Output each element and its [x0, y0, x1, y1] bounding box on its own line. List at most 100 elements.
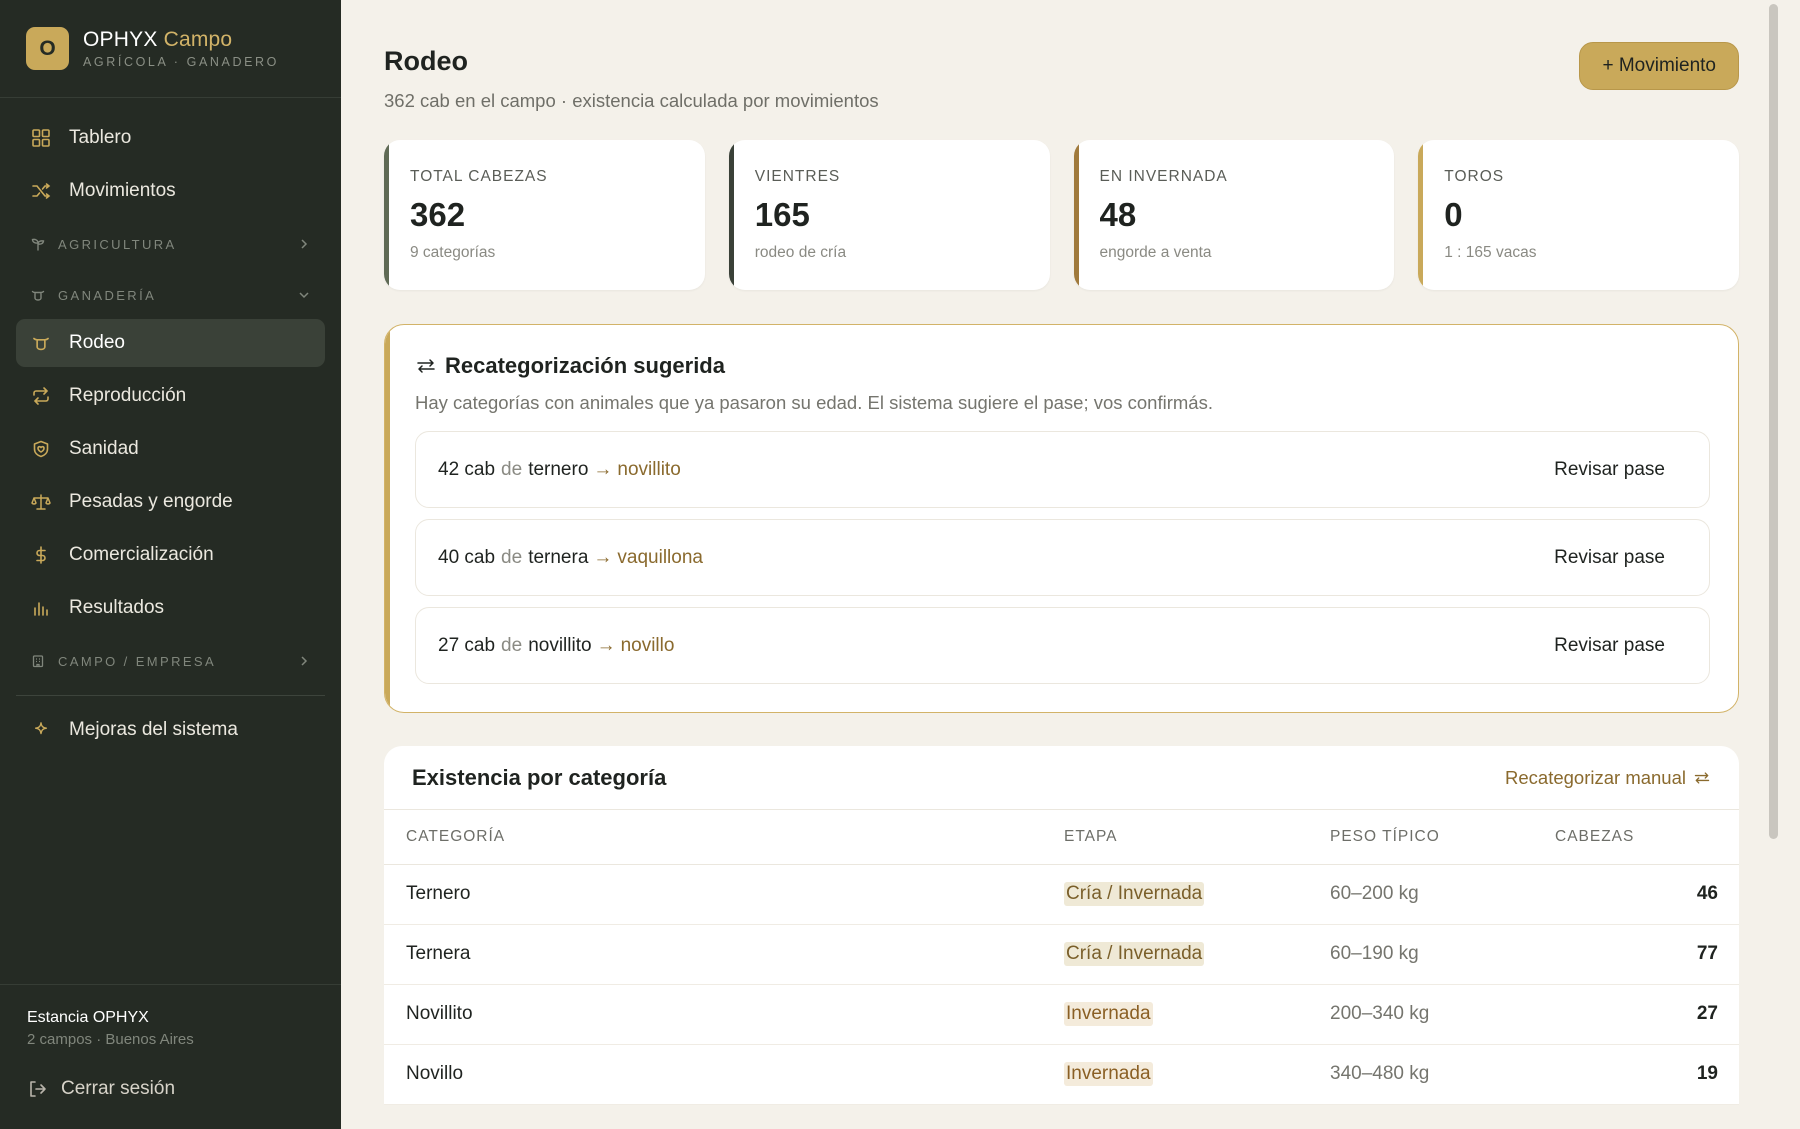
- heart-shield-icon: [30, 438, 52, 460]
- stat-label: VIENTRES: [754, 168, 841, 185]
- sidebar-item-reproduccion[interactable]: Reproducción: [16, 372, 325, 420]
- sidebar-item-sanidad[interactable]: Sanidad: [16, 425, 325, 473]
- suggestion-count: 40 cab: [438, 546, 496, 568]
- stage-badge: Cría / Invernada: [1064, 882, 1205, 906]
- logout-icon: [30, 1081, 46, 1097]
- sidebar-footer: Estancia OPHYX 2 campos · Buenos Aires C…: [0, 984, 341, 1129]
- sidebar: O OPHYX Campo AGRÍCOLA · GANADERO Tabler…: [0, 0, 341, 1129]
- suggestion-count: 27 cab: [438, 634, 496, 656]
- add-movement-button[interactable]: + Movimiento: [1579, 42, 1739, 90]
- column-header[interactable]: ETAPA: [1064, 810, 1330, 865]
- sparkle-icon: [30, 719, 52, 741]
- arrow-right-icon: →: [593, 546, 613, 568]
- sidebar-item-tablero[interactable]: Tablero: [16, 114, 325, 162]
- table-header-row: CATEGORÍA ETAPA PESO TÍPICO CABEZAS: [384, 810, 1739, 865]
- dollar-icon: [30, 544, 52, 566]
- sidebar-item-pesadas[interactable]: Pesadas y engorde: [16, 478, 325, 526]
- suggestion-to: novillo: [620, 634, 675, 656]
- section-agricultura[interactable]: AGRICULTURA: [16, 220, 325, 268]
- chevron-down-icon: [299, 292, 309, 299]
- page-title: Rodeo: [384, 46, 468, 76]
- table-row[interactable]: Ternero Cría / Invernada 60–200 kg 46: [384, 864, 1739, 925]
- section-ganaderia[interactable]: GANADERÍA: [16, 271, 325, 319]
- heads-cell: 27: [1555, 984, 1739, 1045]
- brand-subtitle: AGRÍCOLA · GANADERO: [83, 55, 279, 69]
- stock-table: CATEGORÍA ETAPA PESO TÍPICO CABEZAS Tern…: [384, 810, 1739, 1105]
- suggestion-from: ternera: [528, 546, 589, 568]
- shuffle-icon: [30, 180, 52, 202]
- sidebar-item-mejoras[interactable]: Mejoras del sistema: [16, 706, 325, 754]
- section-label: GANADERÍA: [58, 287, 157, 303]
- stat-value: 362: [410, 196, 466, 233]
- column-header[interactable]: PESO TÍPICO: [1330, 810, 1555, 865]
- section-label: AGRICULTURA: [58, 236, 177, 252]
- stat-card-vientres: VIENTRES 165 rodeo de cría: [728, 140, 1050, 290]
- category-cell: Ternera: [384, 924, 1064, 985]
- sidebar-item-label: Sanidad: [69, 438, 139, 459]
- category-cell: Novillo: [384, 1044, 1064, 1105]
- review-pass-button[interactable]: Revisar pase: [1554, 547, 1665, 569]
- recategorization-title: Recategorización sugerida: [415, 353, 1710, 379]
- swap-icon: [417, 359, 435, 373]
- logout-button[interactable]: Cerrar sesión: [27, 1078, 315, 1100]
- column-header[interactable]: CATEGORÍA: [384, 810, 1064, 865]
- recategorization-description: Hay categorías con animales que ya pasar…: [415, 392, 1213, 413]
- sidebar-item-comercializacion[interactable]: Comercialización: [16, 531, 325, 579]
- sidebar-item-rodeo[interactable]: Rodeo: [16, 319, 325, 367]
- weight-cell: 200–340 kg: [1330, 984, 1555, 1045]
- scrollbar[interactable]: [1769, 4, 1778, 839]
- stage-badge: Invernada: [1064, 1062, 1153, 1086]
- table-header-bar: Existencia por categoría Recategorizar m…: [384, 746, 1739, 810]
- suggestion-row: 42 cab de ternero → novillito Revisar pa…: [415, 431, 1710, 508]
- section-campo-empresa[interactable]: CAMPO / EMPRESA: [16, 637, 325, 685]
- building-icon: [30, 653, 46, 669]
- brand-name-accent: Campo: [163, 28, 233, 51]
- category-cell: Novillito: [384, 984, 1064, 1045]
- table-row[interactable]: Novillo Invernada 340–480 kg 19: [384, 1044, 1739, 1105]
- heads-cell: 77: [1555, 924, 1739, 985]
- stat-value: 165: [754, 196, 810, 233]
- stat-subtitle: engorde a venta: [1099, 244, 1212, 261]
- brand[interactable]: O OPHYX Campo AGRÍCOLA · GANADERO: [0, 0, 341, 98]
- chevron-right-icon: [301, 239, 308, 249]
- suggestion-count: 42 cab: [438, 458, 496, 480]
- stat-subtitle: 9 categorías: [410, 244, 496, 261]
- weight-cell: 60–200 kg: [1330, 864, 1555, 925]
- swap-icon: [1694, 771, 1710, 784]
- sidebar-item-label: Pesadas y engorde: [69, 491, 233, 512]
- sidebar-item-label: Resultados: [69, 597, 165, 618]
- estancia-name: Estancia OPHYX: [27, 1009, 149, 1026]
- sidebar-divider: [16, 695, 325, 696]
- sidebar-item-label: Reproducción: [69, 385, 187, 406]
- suggestion-from: ternero: [528, 458, 589, 480]
- stat-label: TOROS: [1444, 168, 1505, 185]
- stat-card-invernada: EN INVERNADA 48 engorde a venta: [1073, 140, 1395, 290]
- suggestion-from: novillito: [528, 634, 592, 656]
- table-row[interactable]: Ternera Cría / Invernada 60–190 kg 77: [384, 924, 1739, 985]
- suggestion-to: novillito: [617, 458, 681, 480]
- column-header[interactable]: CABEZAS: [1555, 810, 1739, 865]
- sprout-icon: [30, 236, 46, 252]
- review-pass-button[interactable]: Revisar pase: [1554, 459, 1665, 481]
- table-row[interactable]: Novillito Invernada 200–340 kg 27: [384, 984, 1739, 1045]
- page-header: Rodeo 362 cab en el campo · existencia c…: [384, 0, 1739, 140]
- cow-icon: [30, 332, 52, 354]
- suggestion-to: vaquillona: [617, 546, 703, 568]
- page-subtitle: 362 cab en el campo · existencia calcula…: [384, 90, 879, 111]
- main-content: Rodeo 362 cab en el campo · existencia c…: [341, 0, 1782, 1129]
- section-label: CAMPO / EMPRESA: [58, 653, 217, 669]
- review-pass-button[interactable]: Revisar pase: [1554, 635, 1665, 657]
- cow-icon: [30, 287, 46, 303]
- sidebar-item-movimientos[interactable]: Movimientos: [16, 167, 325, 215]
- manual-recategorize-link[interactable]: Recategorizar manual: [1505, 767, 1711, 789]
- sidebar-item-label: Mejoras del sistema: [69, 719, 238, 740]
- sidebar-item-label: Tablero: [69, 127, 132, 148]
- stat-subtitle: 1 : 165 vacas: [1444, 244, 1537, 261]
- heads-cell: 19: [1555, 1044, 1739, 1105]
- repeat-icon: [30, 385, 52, 407]
- sidebar-item-resultados[interactable]: Resultados: [16, 584, 325, 632]
- estancia-subtitle: 2 campos · Buenos Aires: [27, 1031, 194, 1048]
- stat-subtitle: rodeo de cría: [754, 244, 847, 261]
- stat-value: 0: [1444, 196, 1463, 233]
- stat-value: 48: [1099, 196, 1137, 233]
